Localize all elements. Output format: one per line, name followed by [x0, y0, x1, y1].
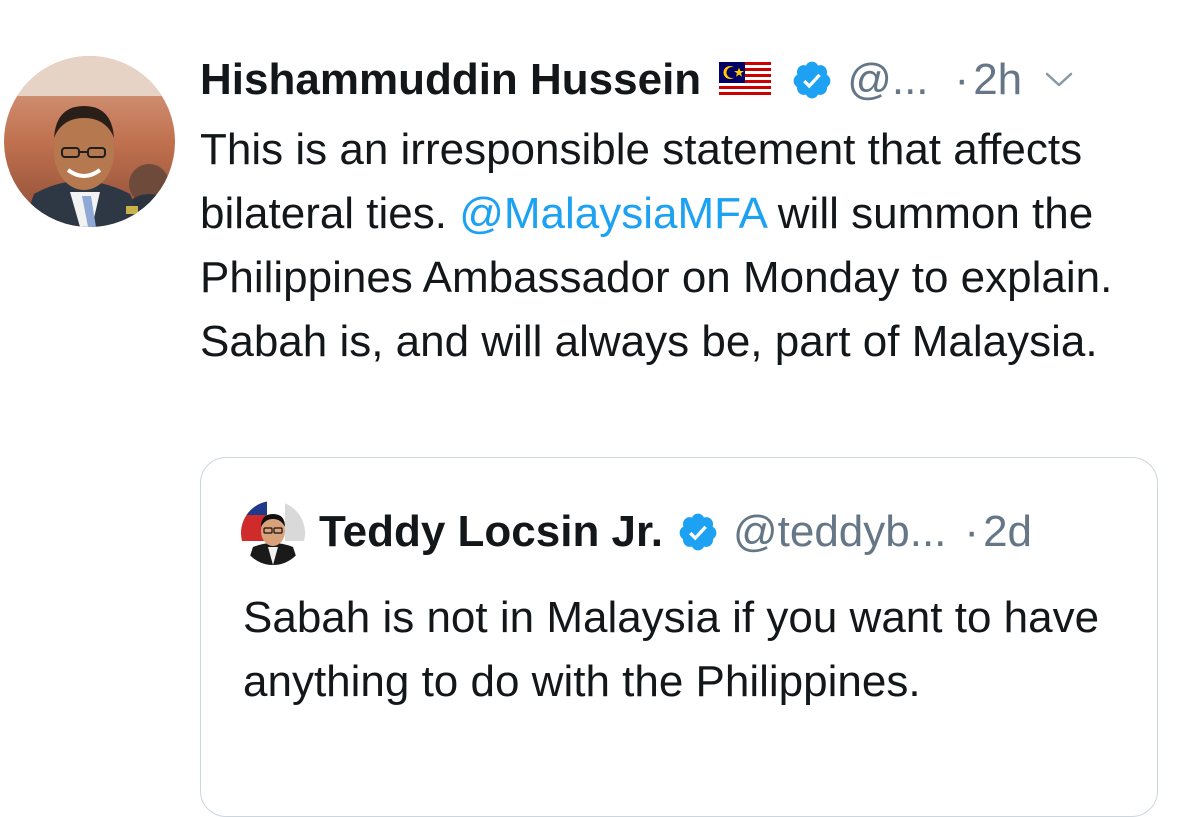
tweet-timestamp[interactable]: 2h	[973, 55, 1022, 105]
author-name[interactable]: Hishammuddin Hussein	[200, 55, 701, 105]
tweet-text: This is an irresponsible statement that …	[200, 118, 1160, 374]
quoted-author-handle[interactable]: @teddyb...	[733, 507, 946, 557]
chevron-down-icon[interactable]	[1044, 70, 1074, 90]
author-handle[interactable]: @...	[847, 55, 928, 105]
author-avatar[interactable]	[4, 56, 175, 227]
quoted-tweet-header: Teddy Locsin Jr. @teddyb... · 2d	[319, 500, 1032, 564]
quoted-tweet-timestamp[interactable]: 2d	[983, 507, 1032, 557]
malaysia-flag-icon	[719, 62, 772, 98]
quoted-tweet-text: Sabah is not in Malaysia if you want to …	[243, 593, 1100, 706]
quoted-author-avatar[interactable]	[241, 501, 305, 565]
verified-badge-icon	[791, 59, 833, 101]
tweet-header: Hishammuddin Hussein @... · 2h	[200, 48, 1074, 112]
verified-badge-icon	[677, 511, 719, 553]
quoted-tweet-card[interactable]: Teddy Locsin Jr. @teddyb... · 2d Sabah i…	[200, 457, 1158, 817]
separator-dot: ·	[964, 507, 980, 556]
mention-link[interactable]: @MalaysiaMFA	[459, 189, 765, 238]
separator-dot: ·	[954, 55, 970, 104]
quoted-author-name[interactable]: Teddy Locsin Jr.	[319, 507, 663, 557]
tweet[interactable]: Hishammuddin Hussein @... · 2h This is a…	[0, 0, 1184, 817]
